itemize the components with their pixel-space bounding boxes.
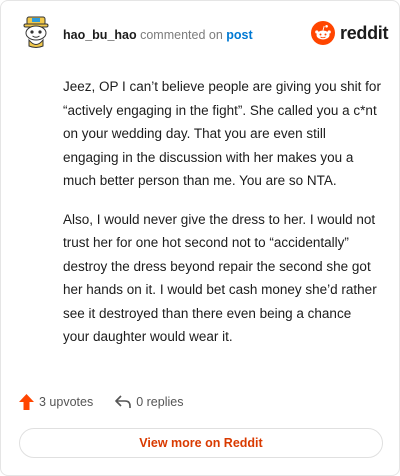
commented-on-text: commented on — [140, 28, 223, 42]
reply-arrow-icon — [115, 395, 132, 408]
replies-button[interactable]: 0 replies — [115, 395, 183, 409]
upvote-button[interactable]: 3 upvotes — [19, 394, 93, 410]
comment-paragraph: Also, I would never give the dress to he… — [63, 211, 377, 345]
comment-actions: 3 upvotes 0 replies — [19, 394, 183, 410]
comment-body: Jeez, OP I can’t believe people are givi… — [63, 75, 381, 364]
comment-card: hao_bu_hao commented on post reddit Jeez… — [0, 0, 400, 476]
avatar[interactable] — [19, 15, 53, 49]
comment-header: hao_bu_hao commented on post — [63, 27, 253, 43]
post-link[interactable]: post — [226, 28, 252, 42]
reddit-wordmark: reddit — [340, 22, 389, 43]
view-more-button[interactable]: View more on Reddit — [19, 428, 383, 458]
upvote-count: 3 upvotes — [39, 395, 94, 409]
username[interactable]: hao_bu_hao — [63, 28, 137, 42]
reddit-logo[interactable]: reddit — [311, 21, 389, 45]
reply-count: 0 replies — [136, 395, 184, 409]
upvote-arrow-icon — [19, 394, 34, 410]
reddit-alien-icon — [311, 21, 335, 45]
comment-paragraph: Jeez, OP I can’t believe people are givi… — [63, 79, 381, 188]
snoo-avatar-icon — [23, 16, 49, 48]
